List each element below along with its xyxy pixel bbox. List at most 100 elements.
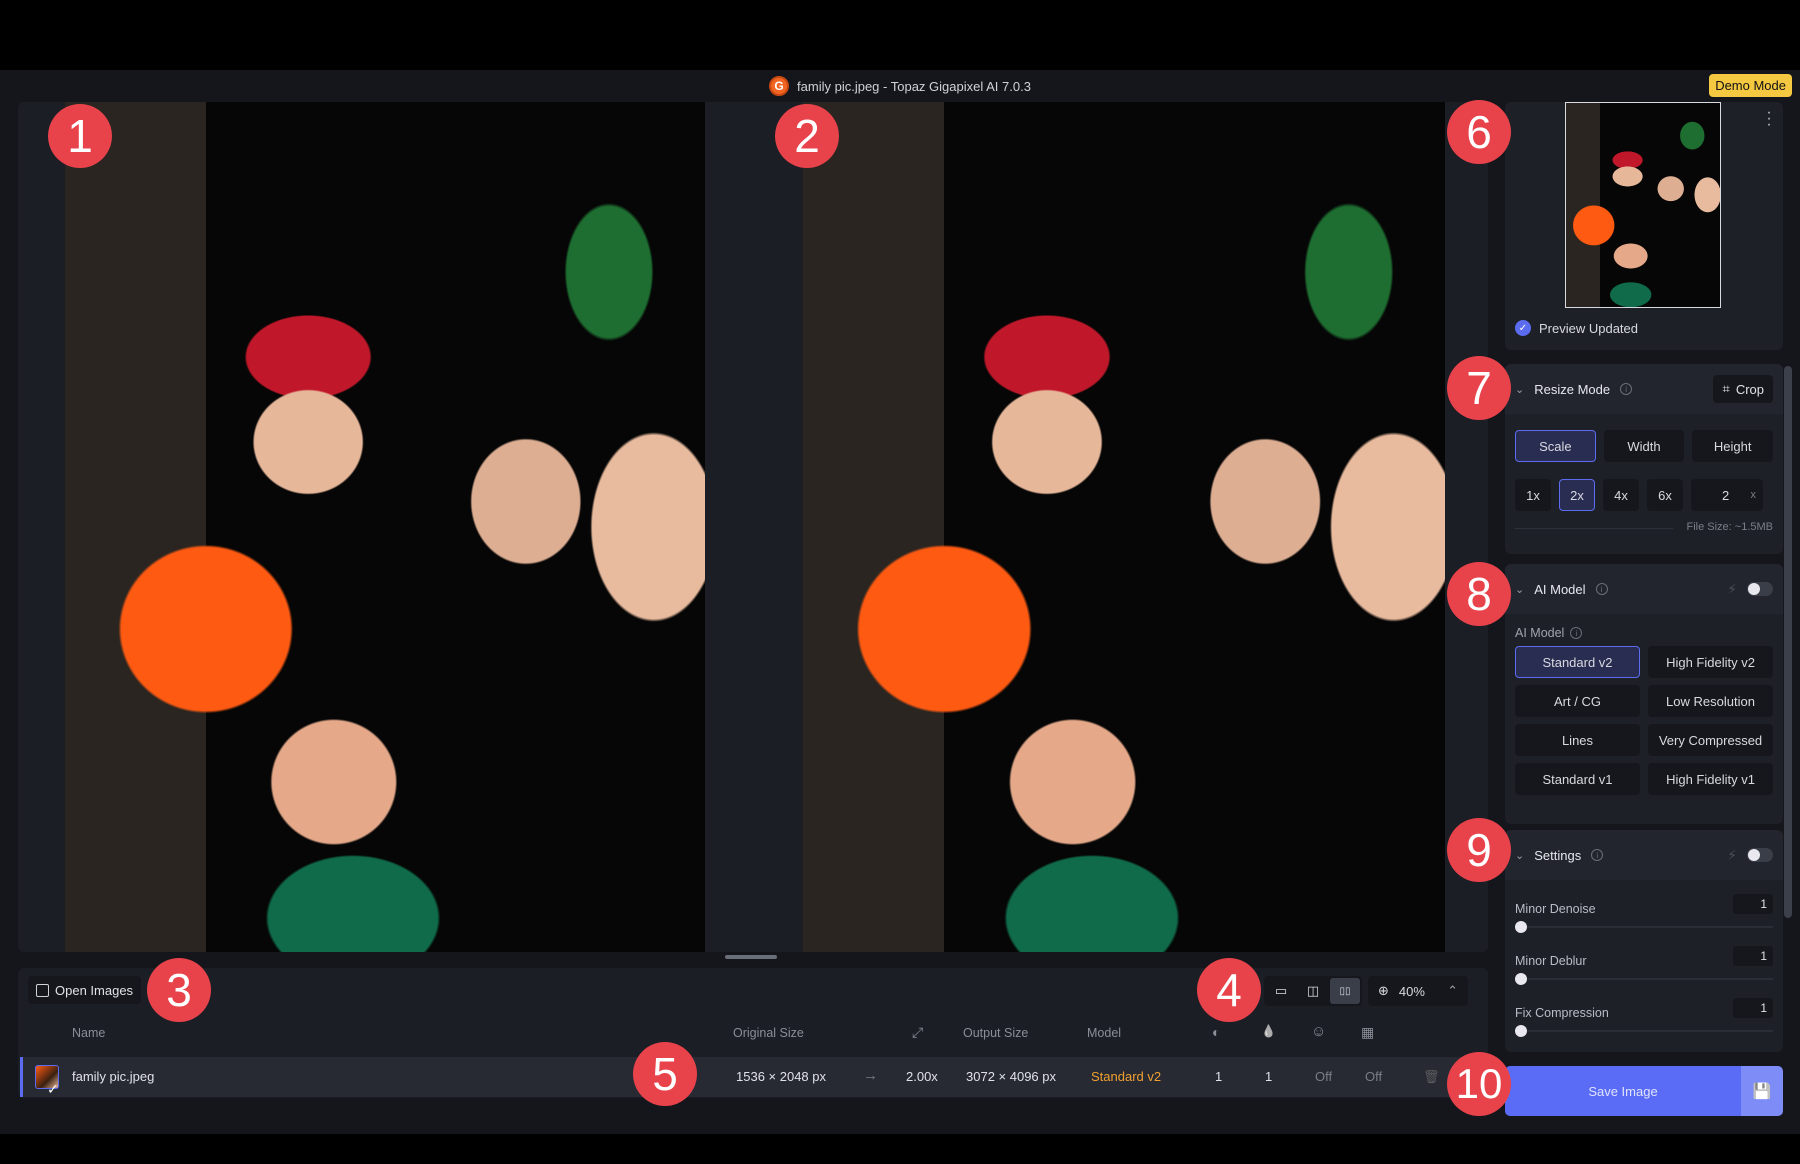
settings-auto-toggle[interactable] [1747, 848, 1773, 862]
image-viewer[interactable] [18, 102, 1488, 952]
image-thumbnail[interactable]: ✓ [35, 1065, 59, 1097]
sidebar: · · · ✓ Preview Updated ⌄ Resize Mode i ⌗ … [1505, 102, 1785, 1132]
open-images-button[interactable]: Open Images [28, 976, 142, 1004]
column-original-size[interactable]: Original Size [733, 1026, 804, 1040]
height-mode-button[interactable]: Height [1692, 430, 1774, 462]
model-standard-v1[interactable]: Standard v1 [1515, 763, 1640, 795]
original-image-pane[interactable] [65, 102, 705, 952]
preview-image-pane[interactable] [803, 102, 1445, 952]
fix-compression-slider[interactable]: Fix Compression 1 [1515, 992, 1773, 1044]
slider-label: Fix Compression [1515, 1006, 1609, 1020]
side-by-side-view-button[interactable]: ▯▯ [1330, 978, 1360, 1004]
scale-2x-button[interactable]: 2x [1559, 479, 1595, 511]
delete-icon[interactable]: 🗑 [1423, 1069, 1440, 1085]
resize-mode-section: ⌄ Resize Mode i ⌗ Crop Scale Width Heigh… [1505, 364, 1783, 554]
slider-knob[interactable] [1515, 973, 1527, 985]
save-image-button[interactable]: Save Image [1505, 1066, 1741, 1116]
model-value: Standard v2 [1091, 1069, 1162, 1084]
chevron-down-icon[interactable]: ⌄ [1515, 849, 1524, 862]
crop-label: Crop [1735, 381, 1764, 397]
column-model[interactable]: Model [1087, 1026, 1121, 1040]
demo-mode-badge[interactable]: Demo Mode [1709, 74, 1792, 97]
slider-track[interactable] [1515, 926, 1773, 928]
custom-scale-value: 2 [1722, 487, 1730, 503]
divider [1515, 528, 1673, 529]
model-very-compressed[interactable]: Very Compressed [1648, 724, 1773, 756]
model-high-fidelity-v2[interactable]: High Fidelity v2 [1648, 646, 1773, 678]
column-output-size[interactable]: Output Size [963, 1026, 1028, 1040]
auto-bolt-icon: ⚡ [1727, 580, 1737, 597]
annotation-badge-10: 10 [1447, 1052, 1511, 1116]
slider-knob[interactable] [1515, 1025, 1527, 1037]
navigator-thumbnail[interactable] [1565, 102, 1721, 308]
resize-mode-title: Resize Mode [1534, 381, 1611, 397]
slider-value-input[interactable]: 1 [1733, 998, 1773, 1018]
minor-denoise-slider[interactable]: Minor Denoise 1 [1515, 888, 1773, 940]
panel-resize-handle[interactable] [725, 955, 777, 959]
single-view-icon: ▭ [1274, 983, 1288, 998]
slider-label: Minor Denoise [1515, 902, 1596, 916]
settings-header[interactable]: ⌄ Settings i ⚡ [1505, 830, 1783, 880]
slider-knob[interactable] [1515, 921, 1527, 933]
annotation-badge-6: 6 [1447, 100, 1511, 164]
queue-row[interactable]: ✓ family pic.jpeg 1536 × 2048 px → 2.00x… [20, 1057, 1482, 1097]
info-icon[interactable]: i [1595, 583, 1608, 595]
model-art-cg[interactable]: Art / CG [1515, 685, 1640, 717]
scale-mode-button[interactable]: Scale [1515, 430, 1596, 462]
model-low-resolution[interactable]: Low Resolution [1648, 685, 1773, 717]
chevron-down-icon[interactable]: ⌄ [1515, 383, 1524, 396]
original-size-value: 1536 × 2048 px [736, 1069, 826, 1084]
file-name: family pic.jpeg [72, 1069, 155, 1084]
ai-model-title: AI Model [1534, 581, 1586, 597]
custom-scale-input[interactable]: 2 x [1691, 479, 1763, 511]
zoom-control[interactable]: ⊕ 40% ⌃ [1368, 976, 1468, 1006]
slider-track[interactable] [1515, 1030, 1773, 1032]
minor-deblur-slider[interactable]: Minor Deblur 1 [1515, 940, 1773, 992]
crop-button[interactable]: ⌗ Crop [1713, 375, 1773, 403]
enhanced-photo [803, 102, 1445, 952]
collapse-panel-icon[interactable]: ⌃ [1447, 983, 1458, 999]
slider-value-input[interactable]: 1 [1733, 946, 1773, 966]
settings-section: ⌄ Settings i ⚡ Minor Denoise 1 Minor Deb… [1505, 830, 1783, 1052]
more-options-icon[interactable]: · · · [1765, 105, 1773, 133]
model-lines[interactable]: Lines [1515, 724, 1640, 756]
annotation-badge-8: 8 [1447, 562, 1511, 626]
sidebar-scrollbar[interactable] [1784, 366, 1792, 918]
single-view-button[interactable]: ▭ [1266, 978, 1296, 1004]
slider-value-input[interactable]: 1 [1733, 894, 1773, 914]
chevron-down-icon[interactable]: ⌄ [1515, 583, 1524, 596]
scale-4x-button[interactable]: 4x [1603, 479, 1639, 511]
auto-bolt-icon: ⚡ [1727, 846, 1737, 863]
info-icon[interactable]: i [1591, 849, 1604, 861]
face-recovery-column-icon: ☺ [1311, 1023, 1327, 1040]
resize-mode-header[interactable]: ⌄ Resize Mode i ⌗ Crop [1505, 364, 1783, 414]
ai-model-section: ⌄ AI Model i ⚡ AI Model i Standard v2 Hi… [1505, 564, 1783, 824]
slider-track[interactable] [1515, 978, 1773, 980]
info-icon[interactable]: i [1570, 627, 1583, 639]
info-icon[interactable]: i [1620, 383, 1633, 395]
ai-model-header[interactable]: ⌄ AI Model i ⚡ [1505, 564, 1783, 614]
selected-check-icon: ✓ [47, 1081, 59, 1097]
view-controls: ▭ ◫ ▯▯ ⊕ 40% ⌃ [1264, 976, 1468, 1006]
split-view-button[interactable]: ◫ [1298, 978, 1328, 1004]
annotation-badge-3: 3 [147, 958, 211, 1022]
scale-1x-button[interactable]: 1x [1515, 479, 1551, 511]
scale-6x-button[interactable]: 6x [1647, 479, 1683, 511]
model-standard-v2[interactable]: Standard v2 [1515, 646, 1640, 678]
model-high-fidelity-v1[interactable]: High Fidelity v1 [1648, 763, 1773, 795]
check-circle-icon: ✓ [1515, 320, 1531, 336]
scale-column-icon: ⤢ [912, 1024, 924, 1040]
deblur-column-icon: 💧 [1261, 1024, 1276, 1038]
preview-status-text: Preview Updated [1539, 320, 1638, 336]
zoom-level: 40% [1398, 983, 1425, 999]
ai-model-auto-toggle[interactable] [1747, 582, 1773, 596]
gigapixel-logo-icon: G [769, 76, 790, 96]
face-recovery-value: Off [1315, 1069, 1333, 1084]
width-mode-button[interactable]: Width [1603, 430, 1685, 462]
column-name[interactable]: Name [72, 1026, 105, 1040]
side-by-side-icon: ▯▯ [1339, 985, 1351, 997]
save-options-button[interactable]: 💾 [1741, 1066, 1783, 1116]
compression-column-icon: ▦ [1361, 1024, 1375, 1040]
compression-value: Off [1365, 1069, 1383, 1084]
denoise-column-icon: ◐ [1212, 1024, 1221, 1040]
